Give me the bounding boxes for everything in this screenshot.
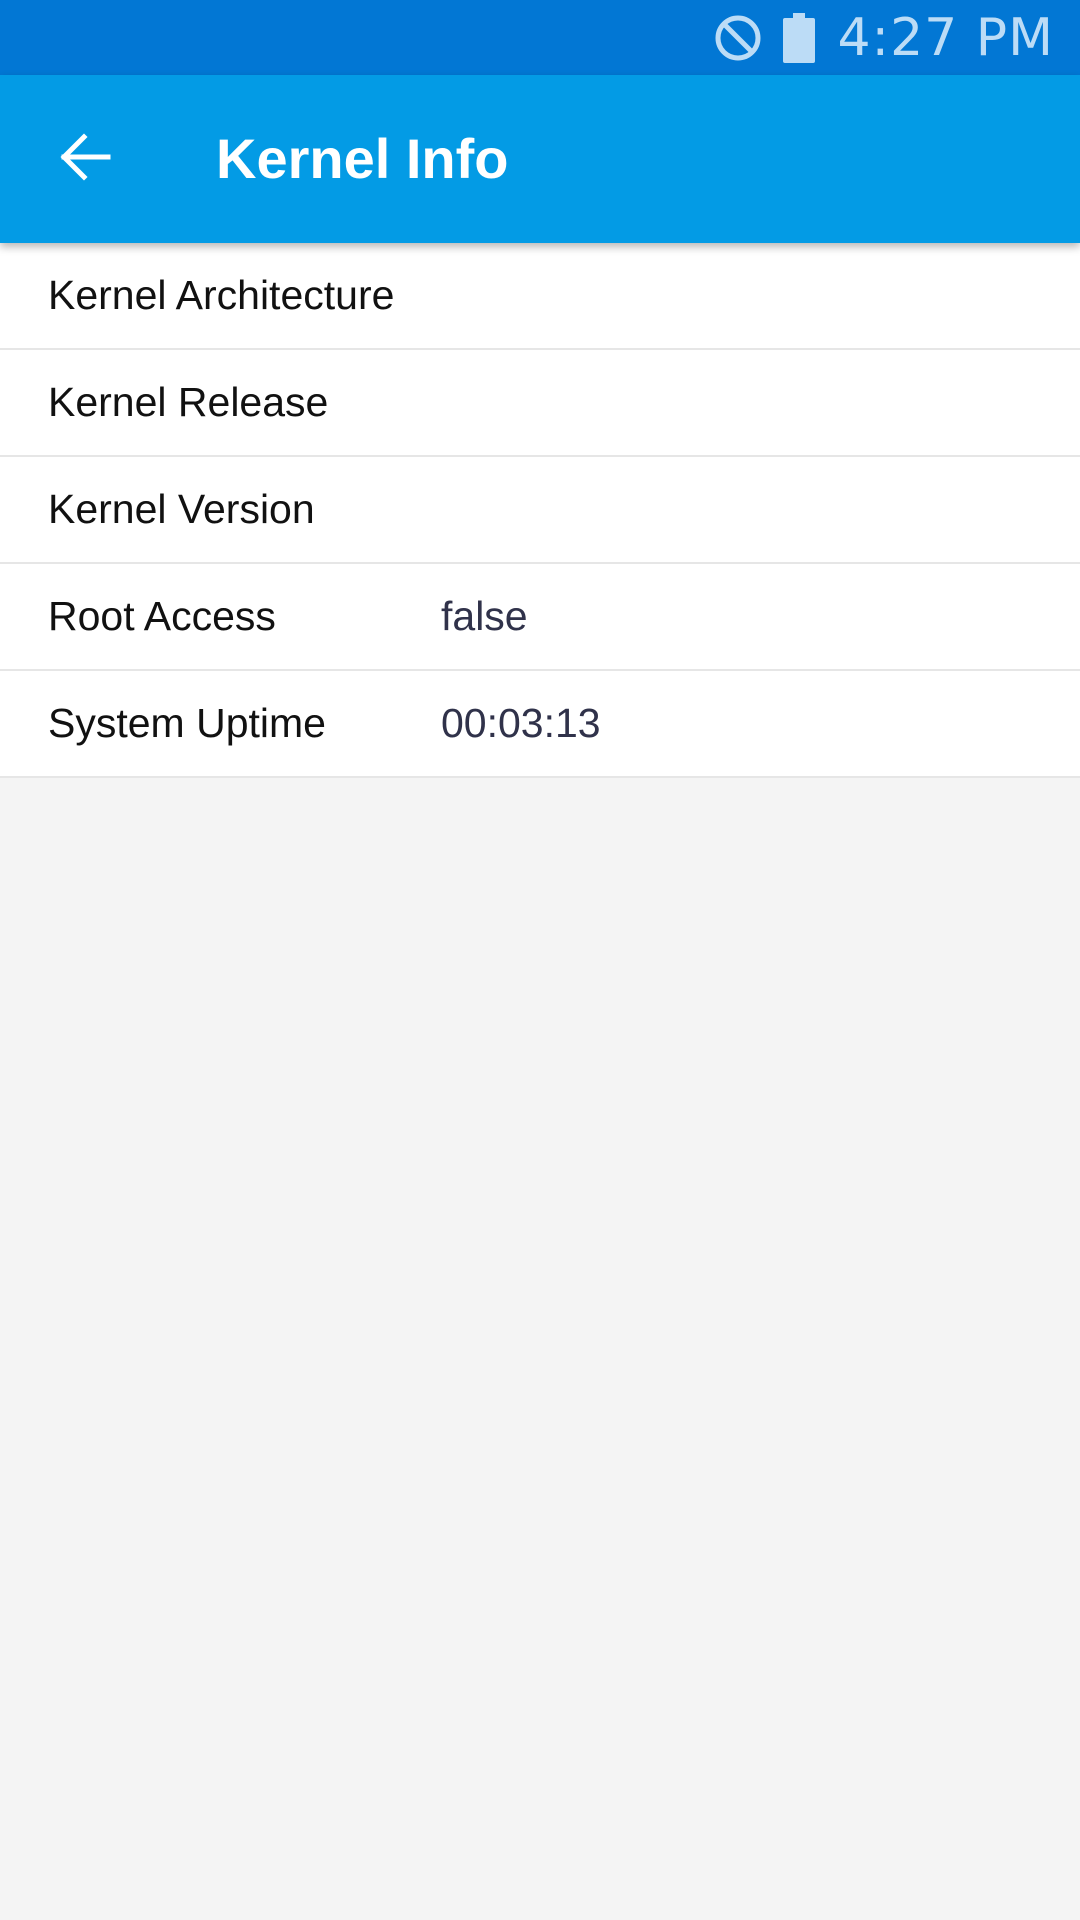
- status-time: 4:27 PM: [837, 7, 1054, 68]
- info-row-system-uptime[interactable]: System Uptime 00:03:13: [0, 671, 1080, 778]
- info-row-kernel-version[interactable]: Kernel Version: [0, 457, 1080, 564]
- info-label: Root Access: [48, 593, 276, 639]
- info-row-kernel-release[interactable]: Kernel Release: [0, 350, 1080, 457]
- back-button[interactable]: [40, 114, 130, 204]
- info-list: Kernel Architecture Kernel Release Kerne…: [0, 243, 1080, 778]
- info-row-kernel-architecture[interactable]: Kernel Architecture: [0, 243, 1080, 350]
- info-value: 00:03:13: [441, 700, 601, 746]
- app-bar: Kernel Info: [0, 75, 1080, 243]
- info-label: System Uptime: [48, 700, 326, 746]
- arrow-back-icon: [58, 130, 112, 189]
- do-not-disturb-icon: [713, 13, 763, 63]
- info-value: false: [441, 593, 528, 639]
- page-title: Kernel Info: [216, 127, 509, 190]
- status-bar: 4:27 PM: [0, 0, 1080, 75]
- info-row-root-access[interactable]: Root Access false: [0, 564, 1080, 671]
- info-label: Kernel Release: [48, 379, 329, 425]
- info-label: Kernel Architecture: [48, 272, 395, 318]
- info-label: Kernel Version: [48, 486, 315, 532]
- battery-icon: [783, 12, 816, 63]
